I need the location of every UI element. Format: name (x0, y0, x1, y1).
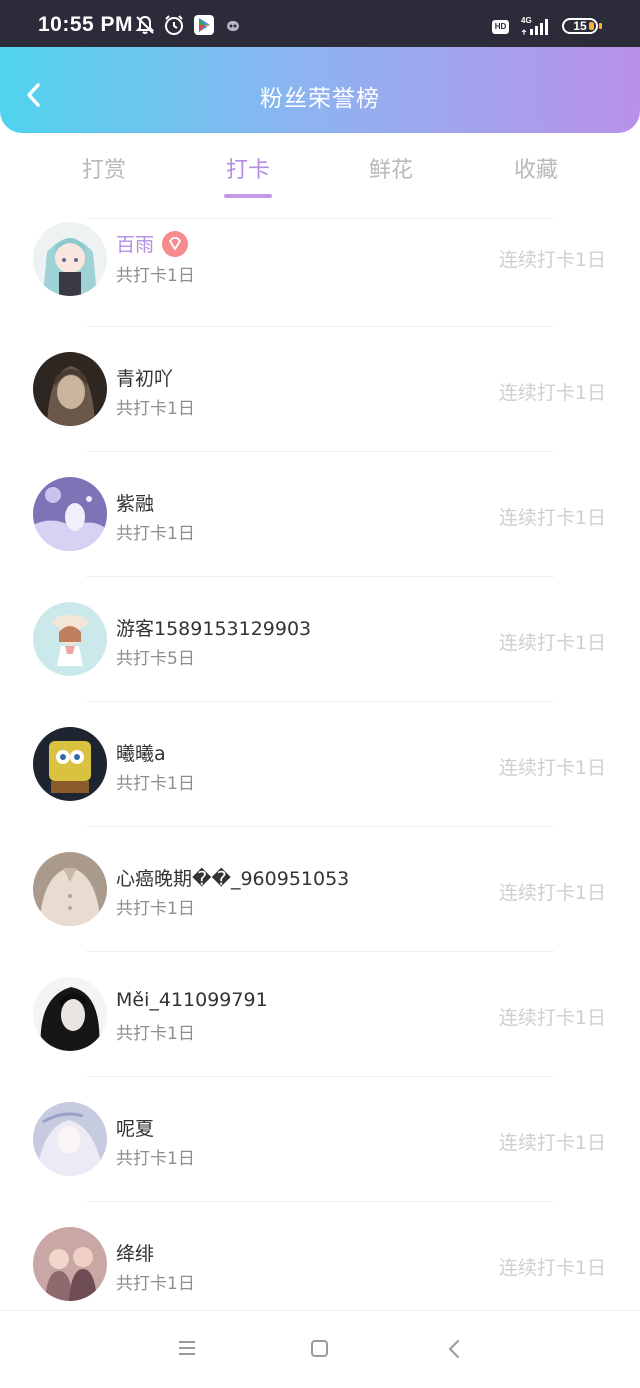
fan-name: 百雨 (116, 230, 189, 259)
battery-icon: 15 (562, 18, 602, 34)
divider (86, 451, 554, 452)
bell-off-icon (135, 15, 155, 34)
avatar[interactable] (33, 1226, 107, 1301)
divider (86, 326, 554, 327)
divider (86, 1076, 554, 1077)
list-item[interactable]: 绛绯 共打卡1日 连续打卡1日 (0, 1201, 640, 1326)
fan-name-text: 百雨 (116, 234, 155, 256)
total-checkin: 共打卡1日 (116, 1274, 195, 1294)
diamond-icon (169, 236, 181, 250)
fan-name: Měi_411099791 (116, 989, 268, 1011)
list-item[interactable]: Měi_411099791 共打卡1日 连续打卡1日 (0, 951, 640, 1076)
fan-name: 紫融 (116, 493, 155, 515)
fan-name: 游客1589153129903 (116, 618, 312, 640)
tab-active-indicator (224, 194, 272, 198)
fan-list: 百雨 共打卡1日 连续打卡1日 青初吖 共打卡1日 连续打卡1日 紫融 共打卡1… (0, 218, 640, 1326)
avatar[interactable] (33, 1101, 107, 1176)
divider (86, 951, 554, 952)
tab-favorites[interactable]: 收藏 (486, 152, 586, 184)
avatar-image (33, 851, 107, 926)
tab-bar: 打赏 打卡 鲜花 收藏 (0, 138, 640, 200)
fan-name: 呢夏 (116, 1118, 155, 1140)
page-title: 粉丝荣誉榜 (260, 86, 380, 112)
streak-checkin: 连续打卡1日 (498, 1257, 606, 1279)
list-item[interactable]: 紫融 共打卡1日 连续打卡1日 (0, 451, 640, 576)
list-item[interactable]: 心癌晚期��_960951053 共打卡1日 连续打卡1日 (0, 826, 640, 951)
fan-name: 曦曦a (116, 743, 166, 765)
total-checkin: 共打卡1日 (116, 1024, 195, 1044)
menu-icon[interactable] (177, 1339, 197, 1357)
streak-checkin: 连续打卡1日 (498, 1007, 606, 1029)
status-time: 10:55 PM (38, 13, 134, 36)
streak-checkin: 连续打卡1日 (498, 249, 606, 271)
total-checkin: 共打卡1日 (116, 774, 195, 794)
play-store-icon (194, 15, 214, 35)
avatar[interactable] (33, 601, 107, 676)
list-item[interactable]: 百雨 共打卡1日 连续打卡1日 (0, 218, 640, 326)
streak-checkin: 连续打卡1日 (498, 757, 606, 779)
tab-flowers[interactable]: 鲜花 (341, 152, 441, 184)
divider (86, 701, 554, 702)
avatar[interactable] (33, 351, 107, 426)
hd-icon: HD (492, 20, 509, 34)
tab-reward[interactable]: 打赏 (54, 152, 154, 184)
list-item[interactable]: 游客1589153129903 共打卡5日 连续打卡1日 (0, 576, 640, 701)
total-checkin: 共打卡1日 (116, 1149, 195, 1169)
divider (86, 218, 554, 219)
total-checkin: 共打卡1日 (116, 899, 195, 919)
vip-badge-icon (162, 230, 189, 257)
divider (86, 576, 554, 577)
divider (86, 826, 554, 827)
streak-checkin: 连续打卡1日 (498, 507, 606, 529)
battery-level: 15 (573, 19, 587, 33)
streak-checkin: 连续打卡1日 (498, 632, 606, 654)
system-nav-bar (0, 1310, 640, 1388)
list-item[interactable]: 青初吖 共打卡1日 连续打卡1日 (0, 326, 640, 451)
fan-name: 心癌晚期��_960951053 (116, 868, 350, 890)
status-bar: 10:55 PM HD 4G 15 (0, 0, 640, 47)
fan-name: 绛绯 (116, 1243, 155, 1265)
fan-name: 青初吖 (116, 368, 174, 390)
avatar-image (33, 601, 107, 676)
avatar-image (33, 1226, 107, 1301)
avatar[interactable] (33, 851, 107, 926)
avatar[interactable] (33, 726, 107, 801)
total-checkin: 共打卡1日 (116, 266, 195, 286)
avatar-image (33, 1101, 107, 1176)
streak-checkin: 连续打卡1日 (498, 1132, 606, 1154)
alarm-icon (165, 15, 183, 35)
list-item[interactable]: 曦曦a 共打卡1日 连续打卡1日 (0, 701, 640, 826)
home-square-icon[interactable] (310, 1339, 330, 1359)
avatar-image (33, 726, 107, 801)
total-checkin: 共打卡5日 (116, 649, 195, 669)
avatar-image (33, 476, 107, 551)
tab-checkin[interactable]: 打卡 (198, 152, 298, 184)
avatar-image (33, 222, 107, 296)
avatar[interactable] (33, 222, 107, 296)
avatar-image (33, 351, 107, 426)
back-triangle-icon[interactable] (446, 1339, 462, 1359)
notification-dot-icon (227, 21, 239, 31)
total-checkin: 共打卡1日 (116, 524, 195, 544)
list-item[interactable]: 呢夏 共打卡1日 连续打卡1日 (0, 1076, 640, 1201)
streak-checkin: 连续打卡1日 (498, 882, 606, 904)
signal-icon (521, 19, 548, 35)
total-checkin: 共打卡1日 (116, 399, 195, 419)
avatar[interactable] (33, 476, 107, 551)
divider (86, 1201, 554, 1202)
streak-checkin: 连续打卡1日 (498, 382, 606, 404)
avatar[interactable] (33, 976, 107, 1051)
avatar-image (33, 976, 107, 1051)
